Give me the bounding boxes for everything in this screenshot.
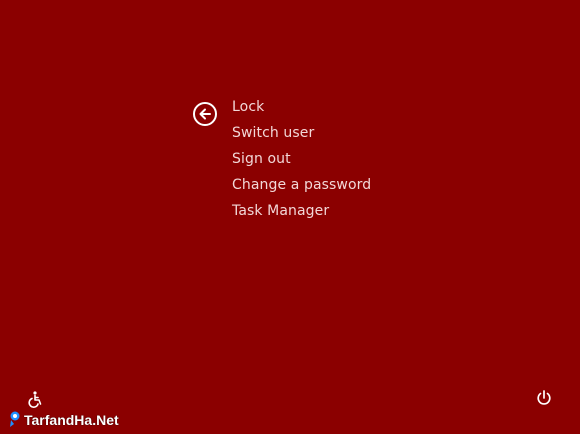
back-arrow-icon bbox=[199, 108, 211, 120]
menu-item-change-password[interactable]: Change a password bbox=[232, 174, 371, 200]
back-button[interactable] bbox=[193, 102, 217, 126]
power-icon[interactable] bbox=[535, 389, 553, 407]
watermark-logo-icon bbox=[10, 411, 20, 427]
ease-of-access-icon[interactable] bbox=[26, 390, 44, 408]
watermark-text: TarfandHa.Net bbox=[24, 412, 119, 428]
menu-item-sign-out[interactable]: Sign out bbox=[232, 148, 371, 174]
security-options-screen: Lock Switch user Sign out Change a passw… bbox=[0, 0, 580, 434]
security-options-menu: Lock Switch user Sign out Change a passw… bbox=[232, 96, 371, 226]
watermark: TarfandHa.Net bbox=[8, 410, 119, 430]
menu-item-lock[interactable]: Lock bbox=[232, 96, 371, 122]
menu-item-switch-user[interactable]: Switch user bbox=[232, 122, 371, 148]
menu-item-task-manager[interactable]: Task Manager bbox=[232, 200, 371, 226]
